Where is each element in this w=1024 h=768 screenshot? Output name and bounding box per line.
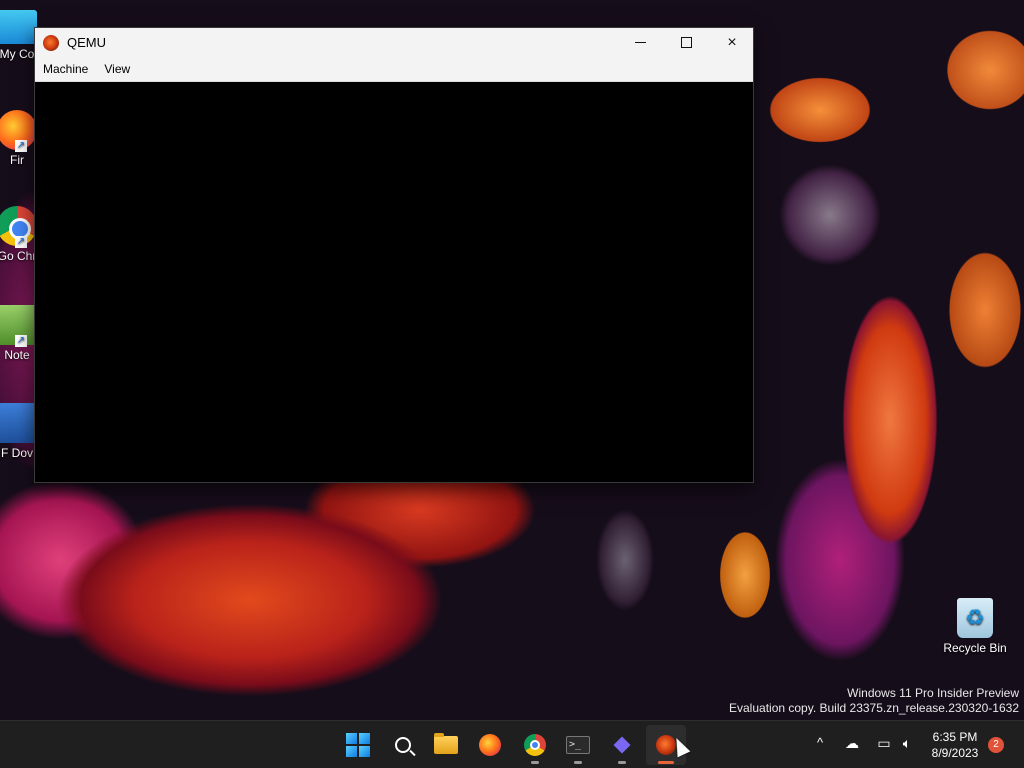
window-title: QEMU: [67, 35, 106, 50]
taskbar-terminal[interactable]: >_: [558, 725, 598, 765]
taskbar: >_ ^ ☁ ▭ 🔈︎ 6:35 PM 8/9/2023 2: [0, 720, 1024, 768]
clock-date: 8/9/2023: [931, 746, 979, 760]
downloads-icon: [0, 403, 37, 443]
minimize-button[interactable]: [617, 28, 663, 57]
terminal-icon: >_: [566, 736, 590, 754]
vm-display-viewport[interactable]: [35, 82, 753, 482]
desktop-icon-label: My Co: [0, 47, 35, 61]
notification-badge[interactable]: 2: [988, 737, 1004, 753]
desktop-icon-label: Recycle Bin: [943, 641, 1007, 655]
windows-logo-icon: [346, 733, 370, 757]
start-button[interactable]: [338, 725, 378, 765]
taskbar-search-button[interactable]: [383, 725, 423, 765]
desktop-icon-label: F Dov: [0, 446, 33, 460]
running-indicator: [618, 761, 626, 764]
recycle-bin-icon: ♻: [957, 598, 993, 638]
menu-bar: Machine View: [35, 57, 753, 82]
shortcut-arrow-icon: ↗: [15, 140, 27, 152]
running-indicator: [574, 761, 582, 764]
volume-icon[interactable]: 🔈︎: [897, 735, 917, 752]
windows-watermark: Windows 11 Pro Insider Preview Evaluatio…: [729, 686, 1019, 716]
desktop-icon-label: Fir: [10, 153, 24, 167]
window-titlebar[interactable]: QEMU ×: [35, 28, 753, 57]
running-indicator: [531, 761, 539, 764]
maximize-icon: [680, 37, 692, 48]
network-icon[interactable]: ▭: [874, 735, 894, 752]
taskbar-chrome[interactable]: [515, 725, 555, 765]
minimize-icon: [634, 41, 646, 44]
watermark-line-build: Evaluation copy. Build 23375.zn_release.…: [729, 701, 1019, 715]
clock-time: 6:35 PM: [932, 730, 978, 744]
desktop-icon-label: Note: [4, 348, 30, 362]
computer-icon: [0, 10, 37, 44]
qemu-window[interactable]: QEMU × Machine View: [34, 27, 754, 483]
firefox-icon: [479, 734, 501, 756]
maximize-button[interactable]: [663, 28, 709, 57]
close-button[interactable]: ×: [709, 28, 755, 57]
shortcut-arrow-icon: ↗: [15, 236, 27, 248]
menu-machine[interactable]: Machine: [35, 62, 96, 76]
onedrive-cloud-icon[interactable]: ☁: [842, 735, 862, 752]
qemu-app-icon: [43, 34, 59, 51]
desktop-icon-label: Go Chr: [0, 249, 37, 263]
close-icon: ×: [727, 33, 737, 51]
active-indicator: [658, 761, 674, 764]
shortcut-arrow-icon: ↗: [15, 335, 27, 347]
desktop-icon-recycle-bin[interactable]: ♻ Recycle Bin: [940, 598, 1010, 655]
search-icon: [395, 737, 411, 753]
taskbar-firefox[interactable]: [470, 725, 510, 765]
watermark-line-edition: Windows 11 Pro Insider Preview: [847, 686, 1019, 700]
folder-icon: [434, 733, 458, 754]
show-hidden-icons-chevron-icon[interactable]: ^: [810, 735, 830, 750]
menu-view[interactable]: View: [96, 62, 138, 76]
chrome-icon: [524, 734, 546, 756]
visual-studio-icon: [613, 736, 631, 754]
taskbar-file-explorer[interactable]: [426, 725, 466, 765]
taskbar-visual-studio[interactable]: [602, 725, 642, 765]
system-clock[interactable]: 6:35 PM 8/9/2023: [924, 729, 986, 761]
